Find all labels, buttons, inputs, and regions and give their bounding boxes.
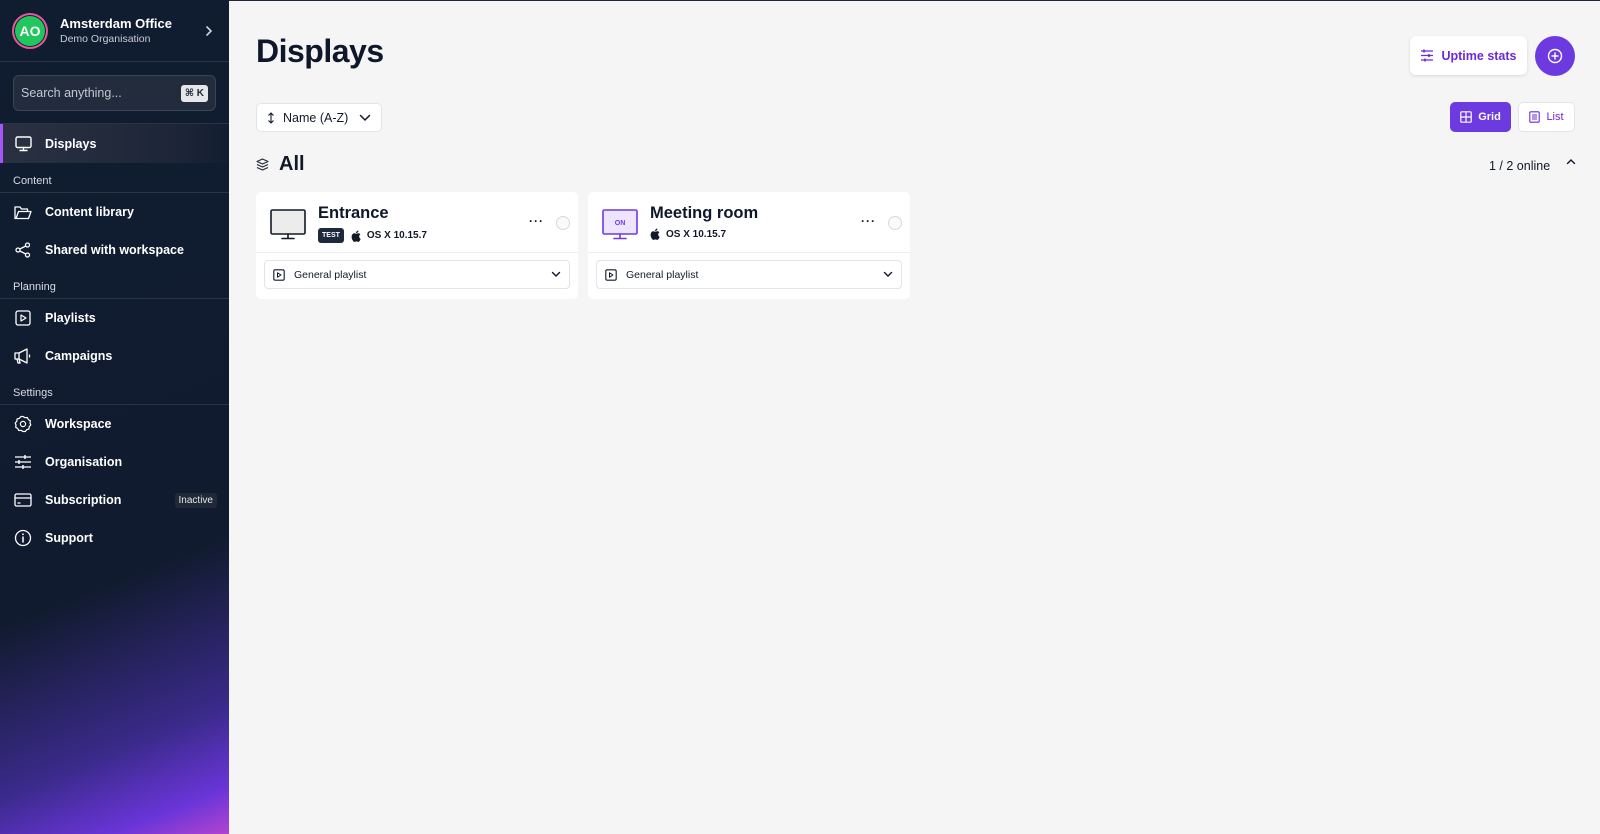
sidebar-item-organisation[interactable]: Organisation [0,443,229,481]
section-label-settings: Settings [0,375,229,405]
sidebar-item-label: Campaigns [45,349,113,363]
sidebar-item-label: Shared with workspace [45,243,184,257]
section-label-planning: Planning [0,269,229,299]
grid-label: Grid [1478,111,1501,123]
view-grid-button[interactable]: Grid [1450,102,1511,132]
chevron-down-icon [883,271,893,278]
display-name: Entrance [318,204,389,222]
os-version: OS X 10.15.7 [666,228,727,240]
sidebar-item-label: Workspace [45,417,112,431]
sidebar-item-label: Organisation [45,455,123,469]
playlist-dropdown[interactable]: General playlist [596,260,902,289]
page-title: Displays [256,33,384,69]
megaphone-icon [14,347,32,365]
sidebar-item-support[interactable]: Support [0,519,229,557]
search-shortcut: ⌘ K [180,84,208,102]
monitor-online-icon: ON [602,209,638,245]
org-name: Amsterdam Office [60,15,172,31]
sidebar-item-workspace[interactable]: Workspace [0,405,229,443]
list-icon [1529,111,1541,123]
sidebar-item-playlists[interactable]: Playlists [0,299,229,337]
more-options-icon[interactable]: ··· [529,214,544,228]
search-input[interactable]: Search anything... ⌘ K [13,75,216,111]
organisation-switcher[interactable]: AO Amsterdam Office Demo Organisation [0,0,229,62]
display-name: Meeting room [650,204,759,222]
sidebar-item-content-library[interactable]: Content library [0,193,229,231]
display-meta: OS X 10.15.7 [650,228,726,240]
add-display-button[interactable] [1535,36,1575,76]
more-options-icon[interactable]: ··· [861,214,876,228]
folder-icon [14,203,32,221]
os-version: OS X 10.15.7 [366,230,427,241]
uptime-stats-button[interactable]: Uptime stats [1410,36,1527,75]
search-placeholder: Search anything... [21,86,122,100]
sidebar-item-shared[interactable]: Shared with workspace [0,231,229,269]
sort-label: Name (A-Z) [283,110,349,125]
apple-icon [351,230,361,242]
apple-icon [650,228,660,240]
sliders-icon [1420,49,1434,62]
test-badge: TEST [318,228,344,243]
gear-icon [14,415,32,433]
chevron-down-icon [551,271,561,278]
sidebar-item-label: Support [45,531,93,545]
chevron-down-icon [359,114,371,122]
playlist-icon [605,268,617,281]
playlist-icon [273,268,285,281]
main-content: Displays Uptime stats Name (A-Z) Grid Li… [229,0,1600,834]
sidebar-item-label: Subscription [45,493,122,507]
monitor-offline-icon [270,209,306,245]
select-checkbox[interactable] [556,216,570,230]
plus-circle-icon [1547,48,1563,64]
display-card-header: Entrance TEST OS X 10.15.7 ··· [256,192,578,253]
group-title: All [279,153,305,175]
sidebar-item-displays[interactable]: Displays [0,124,229,163]
sidebar-item-label: Content library [45,205,134,219]
sliders-icon [14,453,32,471]
sidebar-item-campaigns[interactable]: Campaigns [0,337,229,375]
list-label: List [1546,111,1564,123]
select-checkbox[interactable] [888,216,902,230]
grid-icon [1460,111,1472,123]
playlist-label: General playlist [294,268,367,281]
screen-on-label: ON [615,220,626,227]
sidebar-item-label: Displays [45,136,97,151]
sort-icon [267,111,275,124]
playlist-icon [14,309,32,327]
org-subtitle: Demo Organisation [60,32,151,45]
monitor-icon [14,135,32,153]
sort-dropdown[interactable]: Name (A-Z) [256,103,382,132]
group-header: All [256,153,305,176]
playlist-label: General playlist [626,268,699,281]
online-count: 1 / 2 online [1489,159,1551,173]
chevron-right-icon [201,23,217,39]
card-icon [14,491,32,509]
display-card-entrance[interactable]: Entrance TEST OS X 10.15.7 ··· General p… [256,192,578,299]
org-text: Amsterdam Office Demo Organisation [60,16,201,46]
info-icon [14,529,32,547]
playlist-dropdown[interactable]: General playlist [264,260,570,289]
display-card-meeting-room[interactable]: ON Meeting room OS X 10.15.7 ··· General… [588,192,910,299]
view-list-button[interactable]: List [1518,102,1575,132]
avatar: AO [12,12,48,49]
sidebar: AO Amsterdam Office Demo Organisation Se… [0,0,229,834]
section-label-content: Content [0,163,229,193]
status-badge: Inactive [174,492,217,508]
sidebar-item-label: Playlists [45,311,96,325]
display-meta: TEST OS X 10.15.7 [318,228,427,243]
share-icon [14,241,32,259]
chevron-up-icon[interactable] [1566,158,1576,165]
display-card-header: ON Meeting room OS X 10.15.7 ··· [588,192,910,253]
search-container: Search anything... ⌘ K [0,62,229,124]
sidebar-item-subscription[interactable]: Subscription Inactive [0,481,229,519]
uptime-stats-label: Uptime stats [1441,48,1517,63]
layers-icon [256,158,269,171]
